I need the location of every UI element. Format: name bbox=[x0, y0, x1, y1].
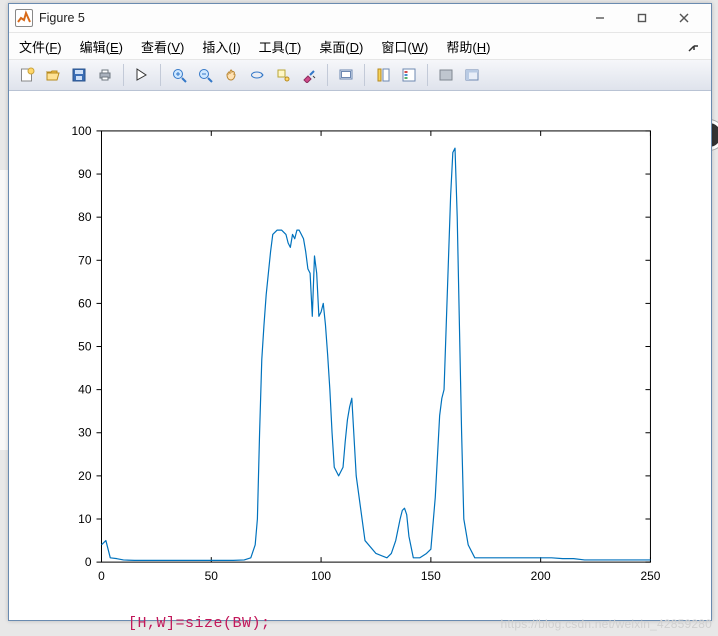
svg-text:40: 40 bbox=[78, 383, 92, 397]
brush-button[interactable] bbox=[297, 63, 321, 87]
matlab-logo-icon bbox=[15, 9, 33, 27]
svg-text:0: 0 bbox=[85, 555, 92, 569]
close-button[interactable] bbox=[663, 4, 705, 32]
svg-text:100: 100 bbox=[72, 124, 92, 138]
watermark-text: https://blog.csdn.net/weixin_42859280 bbox=[500, 617, 712, 631]
toolbar bbox=[9, 60, 711, 91]
svg-text:10: 10 bbox=[78, 512, 92, 526]
edit-plot-button[interactable] bbox=[130, 63, 154, 87]
svg-text:90: 90 bbox=[78, 167, 92, 181]
minimize-button[interactable] bbox=[579, 4, 621, 32]
menu-edit[interactable]: 编辑(E) bbox=[80, 37, 123, 56]
menu-file[interactable]: 文件(F) bbox=[19, 37, 62, 56]
menu-window[interactable]: 窗口(W) bbox=[381, 37, 428, 56]
menu-insert[interactable]: 插入(I) bbox=[202, 37, 240, 56]
svg-text:250: 250 bbox=[640, 569, 660, 583]
new-figure-button[interactable] bbox=[15, 63, 39, 87]
svg-text:150: 150 bbox=[421, 569, 441, 583]
menu-desktop[interactable]: 桌面(D) bbox=[319, 37, 363, 56]
svg-text:200: 200 bbox=[531, 569, 551, 583]
svg-text:100: 100 bbox=[311, 569, 331, 583]
svg-text:70: 70 bbox=[78, 253, 92, 267]
maximize-button[interactable] bbox=[621, 4, 663, 32]
svg-text:80: 80 bbox=[78, 210, 92, 224]
svg-text:50: 50 bbox=[78, 340, 92, 354]
menubar: 文件(F) 编辑(E) 查看(V) 插入(I) 工具(T) 桌面(D) 窗口(W… bbox=[9, 33, 711, 60]
svg-text:20: 20 bbox=[78, 469, 92, 483]
zoom-in-button[interactable] bbox=[167, 63, 191, 87]
link-data-button[interactable] bbox=[334, 63, 358, 87]
menu-view[interactable]: 查看(V) bbox=[141, 37, 184, 56]
svg-text:60: 60 bbox=[78, 296, 92, 310]
figure-area[interactable]: 0 10 20 30 40 50 60 70 80 90 100 0 50 100 150 200 250 bbox=[9, 91, 711, 620]
titlebar: Figure 5 bbox=[9, 4, 711, 33]
code-fragment: [H,W]=size(BW); bbox=[128, 615, 271, 632]
rotate-3d-button[interactable] bbox=[245, 63, 269, 87]
print-button[interactable] bbox=[93, 63, 117, 87]
line-chart[interactable]: 0 10 20 30 40 50 60 70 80 90 100 0 50 100 150 200 250 bbox=[9, 91, 711, 620]
window-title: Figure 5 bbox=[39, 11, 85, 25]
save-button[interactable] bbox=[67, 63, 91, 87]
zoom-out-button[interactable] bbox=[193, 63, 217, 87]
dock-toggle-icon[interactable] bbox=[687, 39, 701, 53]
show-tools-button[interactable] bbox=[460, 63, 484, 87]
insert-colorbar-button[interactable] bbox=[371, 63, 395, 87]
hide-tools-button[interactable] bbox=[434, 63, 458, 87]
open-button[interactable] bbox=[41, 63, 65, 87]
data-cursor-button[interactable] bbox=[271, 63, 295, 87]
menu-tools[interactable]: 工具(T) bbox=[259, 37, 302, 56]
menu-help[interactable]: 帮助(H) bbox=[446, 37, 490, 56]
figure-window: Figure 5 文件(F) 编辑(E) 查看(V) 插入(I) 工具(T) 桌… bbox=[8, 3, 712, 621]
svg-text:50: 50 bbox=[205, 569, 219, 583]
pan-button[interactable] bbox=[219, 63, 243, 87]
svg-text:30: 30 bbox=[78, 426, 92, 440]
svg-text:0: 0 bbox=[98, 569, 105, 583]
insert-legend-button[interactable] bbox=[397, 63, 421, 87]
window-controls bbox=[579, 4, 705, 32]
